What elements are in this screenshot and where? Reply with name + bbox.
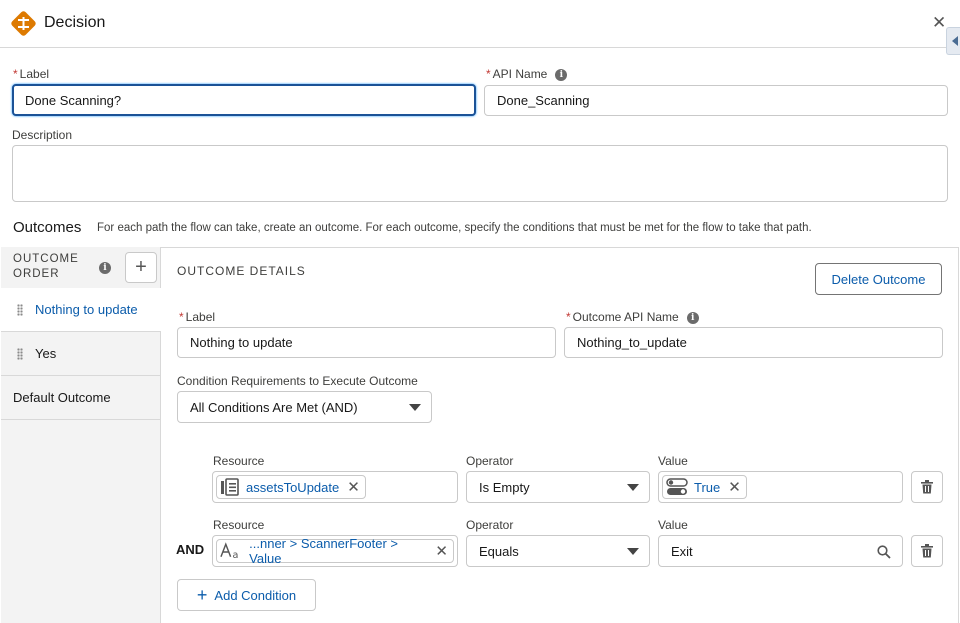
condition-requirements-label: Condition Requirements to Execute Outcom… <box>177 374 418 388</box>
operator-label: Operator <box>466 454 514 468</box>
label-field-label: * Label <box>13 67 50 81</box>
condition-requirements-select[interactable]: All Conditions Are Met (AND) <box>177 391 432 423</box>
panel-collapse-icon[interactable] <box>946 27 960 55</box>
outcome-api-name-input[interactable]: Nothing_to_update <box>564 327 943 358</box>
collection-icon <box>221 478 239 496</box>
info-icon[interactable]: i <box>555 68 568 81</box>
outcome-item-nothing-to-update[interactable]: Nothing to update <box>1 288 161 332</box>
resource-label: Resource <box>213 454 265 468</box>
label-input[interactable]: Done Scanning? <box>12 84 476 116</box>
remove-icon[interactable]: ✕ <box>728 478 741 496</box>
svg-text:a: a <box>233 550 239 560</box>
outcome-label-input[interactable]: Nothing to update <box>177 327 556 358</box>
delete-condition-button[interactable] <box>911 471 943 503</box>
outcome-details-header: OUTCOME DETAILS <box>177 264 306 278</box>
condition-logic-label: AND <box>176 542 205 557</box>
outcome-label-label: * Label <box>179 310 216 324</box>
plus-icon: + <box>135 256 147 278</box>
decision-icon <box>11 11 36 36</box>
remove-icon[interactable]: ✕ <box>347 478 360 496</box>
modal-title: Decision <box>44 14 106 31</box>
value-input[interactable]: Exit <box>658 535 903 567</box>
description-label: Description <box>12 128 73 142</box>
info-icon[interactable]: i <box>686 311 699 324</box>
resource-label: Resource <box>213 518 265 532</box>
operator-select[interactable]: Is Empty <box>466 471 650 503</box>
modal-header <box>0 0 960 48</box>
drag-handle-icon[interactable] <box>17 347 23 360</box>
chevron-down-icon <box>627 484 639 491</box>
operator-select[interactable]: Equals <box>466 535 650 567</box>
remove-icon[interactable]: ✕ <box>435 542 448 560</box>
outcomes-description: For each path the flow can take, create … <box>97 222 812 234</box>
resource-pill[interactable]: assetsToUpdate ✕ <box>216 475 366 499</box>
close-icon[interactable]: ✕ <box>932 14 946 32</box>
description-textarea[interactable] <box>12 145 948 202</box>
operator-label: Operator <box>466 518 514 532</box>
value-label: Value <box>658 454 688 468</box>
outcome-order-header: OUTCOME ORDER <box>13 253 79 280</box>
outcome-item-default[interactable]: Default Outcome <box>1 376 161 420</box>
api-name-input[interactable]: Done_Scanning <box>484 85 948 116</box>
info-icon[interactable]: i <box>99 262 111 274</box>
value-pill[interactable]: True ✕ <box>662 475 747 499</box>
outcome-item-yes[interactable]: Yes <box>1 332 161 376</box>
resource-input[interactable]: a ...nner > ScannerFooter > Value ✕ <box>212 535 458 567</box>
trash-icon <box>921 544 933 558</box>
outcomes-title: Outcomes <box>13 219 82 236</box>
add-outcome-button[interactable]: + <box>125 252 157 283</box>
value-label: Value <box>658 518 688 532</box>
trash-icon <box>921 480 933 494</box>
resource-input[interactable]: assetsToUpdate ✕ <box>212 471 458 503</box>
toggle-icon <box>666 478 688 495</box>
delete-outcome-button[interactable]: Delete Outcome <box>815 263 942 295</box>
value-input[interactable]: True ✕ <box>658 471 903 503</box>
resource-pill[interactable]: a ...nner > ScannerFooter > Value ✕ <box>216 536 454 566</box>
drag-handle-icon[interactable] <box>17 303 23 316</box>
add-condition-button[interactable]: + Add Condition <box>177 579 316 611</box>
chevron-down-icon <box>409 404 421 411</box>
delete-condition-button[interactable] <box>911 535 943 567</box>
api-name-label: * API Name i <box>486 67 568 81</box>
search-icon <box>877 545 891 559</box>
text-variable-icon: a <box>220 542 239 560</box>
plus-icon: + <box>196 585 208 605</box>
chevron-down-icon <box>627 548 639 555</box>
outcome-api-name-label: * Outcome API Name i <box>566 310 699 324</box>
